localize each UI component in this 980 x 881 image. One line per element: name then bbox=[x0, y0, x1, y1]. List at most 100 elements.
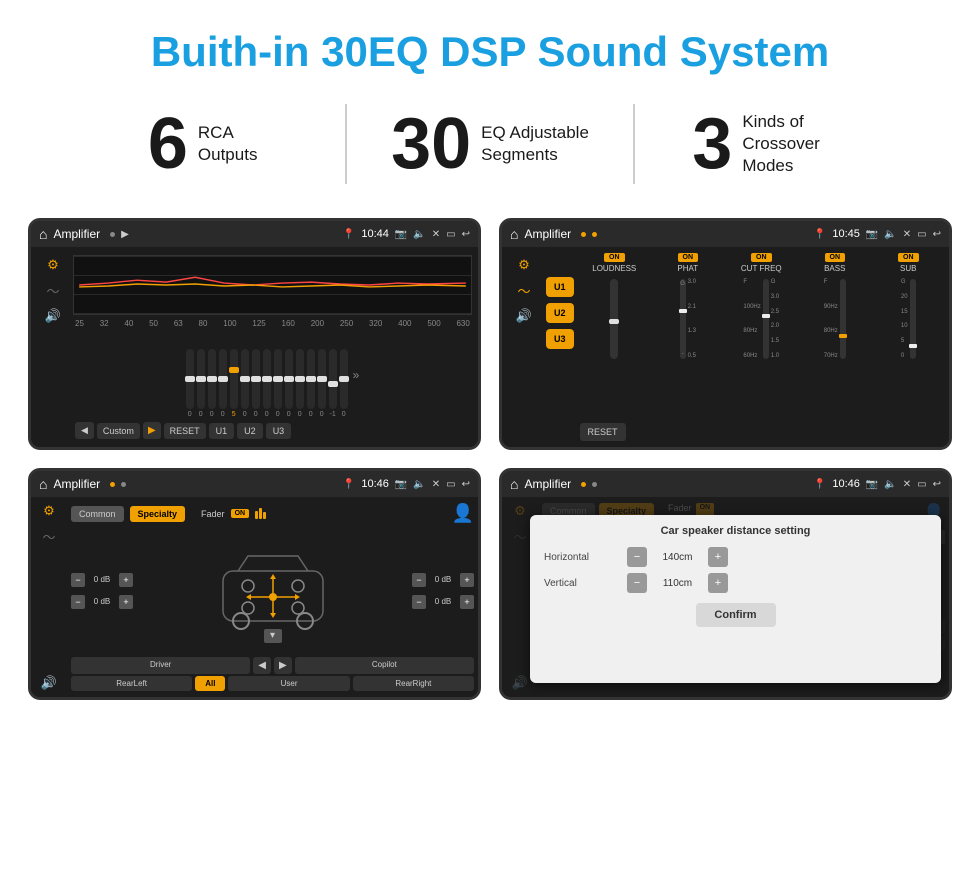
window2-icon: ▭ bbox=[917, 229, 926, 240]
db2-value: 0 dB bbox=[88, 597, 116, 606]
wave2-icon[interactable]: 〜 bbox=[517, 281, 530, 300]
db3-minus[interactable]: − bbox=[412, 573, 426, 587]
loudness-slider[interactable] bbox=[610, 279, 618, 359]
screen3-time: 10:46 bbox=[361, 478, 389, 490]
home4-icon[interactable]: ⌂ bbox=[510, 476, 518, 492]
db2-minus[interactable]: − bbox=[71, 595, 85, 609]
close-icon: ✕ bbox=[432, 229, 440, 240]
driver-btn[interactable]: Driver bbox=[71, 657, 250, 674]
db4-minus[interactable]: − bbox=[412, 595, 426, 609]
dot4b bbox=[592, 482, 597, 487]
wave3-icon[interactable]: 〜 bbox=[42, 527, 55, 546]
eq-sliders: 0 0 0 0 5 0 0 0 0 0 0 0 0 -1 0 » bbox=[73, 331, 472, 418]
fader-bars bbox=[255, 508, 266, 519]
db2-plus[interactable]: + bbox=[119, 595, 133, 609]
screen3-sidebar-icons: ⚙ 〜 🔊 bbox=[31, 497, 67, 697]
rearright-btn[interactable]: RearRight bbox=[353, 676, 474, 691]
car-diagram: ▾ bbox=[139, 541, 406, 641]
screen3-body-inner: − 0 dB + − 0 dB + bbox=[71, 530, 474, 651]
phat-group: ON PHAT G - 3.0 2.1 1.3 bbox=[653, 253, 723, 359]
stat-number-eq: 30 bbox=[391, 108, 471, 180]
db1-plus[interactable]: + bbox=[119, 573, 133, 587]
back-icon[interactable]: ↩ bbox=[462, 229, 470, 240]
eq-graph bbox=[73, 255, 472, 315]
all-btn[interactable]: All bbox=[195, 676, 225, 691]
eq-u1-btn[interactable]: U1 bbox=[209, 423, 235, 439]
rearleft-btn[interactable]: RearLeft bbox=[71, 676, 192, 691]
vertical-minus-btn[interactable]: − bbox=[627, 573, 647, 593]
car-speaker-dialog: Car speaker distance setting Horizontal … bbox=[530, 515, 941, 683]
eq-prev-btn[interactable]: ◀ bbox=[75, 422, 94, 439]
cutfreq-group: ON CUT FREQ F 100Hz 80Hz 60Hz bbox=[727, 253, 797, 359]
eq2-icon[interactable]: ⚙ bbox=[518, 257, 530, 273]
right-arrow-btn[interactable]: ▶ bbox=[274, 657, 292, 674]
eq-u3-btn[interactable]: U3 bbox=[266, 423, 292, 439]
horizontal-plus-btn[interactable]: + bbox=[708, 547, 728, 567]
home-icon[interactable]: ⌂ bbox=[39, 226, 47, 242]
vol2-icon[interactable]: 🔊 bbox=[516, 308, 532, 324]
down-arrow[interactable]: ▾ bbox=[264, 629, 282, 643]
vertical-plus-btn[interactable]: + bbox=[708, 573, 728, 593]
volume-icon: 🔈 bbox=[413, 229, 425, 240]
home3-icon[interactable]: ⌂ bbox=[39, 476, 47, 492]
screen1-content: ⚙ 〜 🔊 bbox=[31, 247, 478, 447]
vertical-label: Vertical bbox=[544, 578, 619, 589]
u2-btn[interactable]: U2 bbox=[546, 303, 574, 323]
eq-arrow-icon[interactable]: » bbox=[353, 368, 360, 382]
close2-icon: ✕ bbox=[903, 229, 911, 240]
wave-icon[interactable]: 〜 bbox=[46, 281, 59, 300]
user-btn[interactable]: User bbox=[228, 676, 349, 691]
stat-item-crossover: 3 Kinds ofCrossover Modes bbox=[635, 108, 920, 180]
eq-play-btn[interactable]: ▶ bbox=[143, 422, 161, 439]
screen-eq: ⌂ Amplifier ▶ 📍 10:44 📷 🔈 ✕ ▭ ↩ ⚙ 〜 🔊 bbox=[28, 218, 481, 450]
left-arrow-btn[interactable]: ◀ bbox=[253, 657, 271, 674]
amp2-controls-row: ON LOUDNESS ON PHAT G bbox=[580, 253, 943, 419]
back3-icon[interactable]: ↩ bbox=[462, 479, 470, 490]
u3-btn[interactable]: U3 bbox=[546, 329, 574, 349]
confirm-button[interactable]: Confirm bbox=[696, 603, 776, 627]
loudness-group: ON LOUDNESS bbox=[580, 253, 650, 363]
sub-group: ON SUB G 20 15 10 5 0 bbox=[874, 253, 944, 359]
car-svg bbox=[213, 541, 333, 641]
speaker3-icon[interactable]: 🔊 bbox=[41, 675, 57, 691]
dot3a bbox=[110, 482, 115, 487]
amp2-controls: ON LOUDNESS ON PHAT G bbox=[578, 251, 945, 443]
tabs-fader-row: Common Specialty Fader ON 👤 bbox=[71, 503, 474, 524]
home2-icon[interactable]: ⌂ bbox=[510, 226, 518, 242]
db-row-1: − 0 dB + bbox=[71, 573, 133, 587]
back4-icon[interactable]: ↩ bbox=[933, 479, 941, 490]
screen3-bottom-btns2: RearLeft All User RearRight bbox=[71, 676, 474, 691]
eq-u2-btn[interactable]: U2 bbox=[237, 423, 263, 439]
bass-group: ON BASS F 90Hz 80Hz 70Hz bbox=[800, 253, 870, 359]
eq3-icon[interactable]: ⚙ bbox=[43, 503, 55, 519]
bass-on: ON bbox=[825, 253, 846, 262]
screen4-title: Amplifier bbox=[524, 477, 571, 491]
horizontal-label: Horizontal bbox=[544, 552, 619, 563]
db4-plus[interactable]: + bbox=[460, 595, 474, 609]
eq-icon-active[interactable]: ⚙ bbox=[47, 257, 59, 273]
eq-reset-btn[interactable]: RESET bbox=[164, 423, 206, 439]
common-tab[interactable]: Common bbox=[71, 506, 124, 522]
right-db-controls: − 0 dB + − 0 dB + bbox=[412, 573, 474, 609]
back2-icon[interactable]: ↩ bbox=[933, 229, 941, 240]
volume2-icon-bar: 🔈 bbox=[884, 229, 896, 240]
window3-icon: ▭ bbox=[446, 479, 455, 490]
horizontal-minus-btn[interactable]: − bbox=[627, 547, 647, 567]
u1-btn[interactable]: U1 bbox=[546, 277, 574, 297]
amp2-reset[interactable]: RESET bbox=[580, 423, 626, 441]
stat-item-eq: 30 EQ AdjustableSegments bbox=[347, 108, 632, 180]
stat-label-eq: EQ AdjustableSegments bbox=[481, 122, 589, 166]
stat-label-crossover: Kinds ofCrossover Modes bbox=[742, 111, 862, 177]
sub-on: ON bbox=[898, 253, 919, 262]
db3-plus[interactable]: + bbox=[460, 573, 474, 587]
db1-minus[interactable]: − bbox=[71, 573, 85, 587]
specialty-tab[interactable]: Specialty bbox=[130, 506, 186, 522]
screen3-bar: ⌂ Amplifier 📍 10:46 📷 🔈 ✕ ▭ ↩ bbox=[31, 471, 478, 497]
screen-amp2: ⌂ Amplifier 📍 10:45 📷 🔈 ✕ ▭ ↩ ⚙ 〜 🔊 U1 U… bbox=[499, 218, 952, 450]
eq-custom-label: Custom bbox=[97, 423, 140, 439]
screen3-title: Amplifier bbox=[53, 477, 100, 491]
copilot-btn[interactable]: Copilot bbox=[295, 657, 474, 674]
volume2-icon[interactable]: 🔊 bbox=[45, 308, 61, 324]
db4-value: 0 dB bbox=[429, 597, 457, 606]
dot4a bbox=[581, 482, 586, 487]
